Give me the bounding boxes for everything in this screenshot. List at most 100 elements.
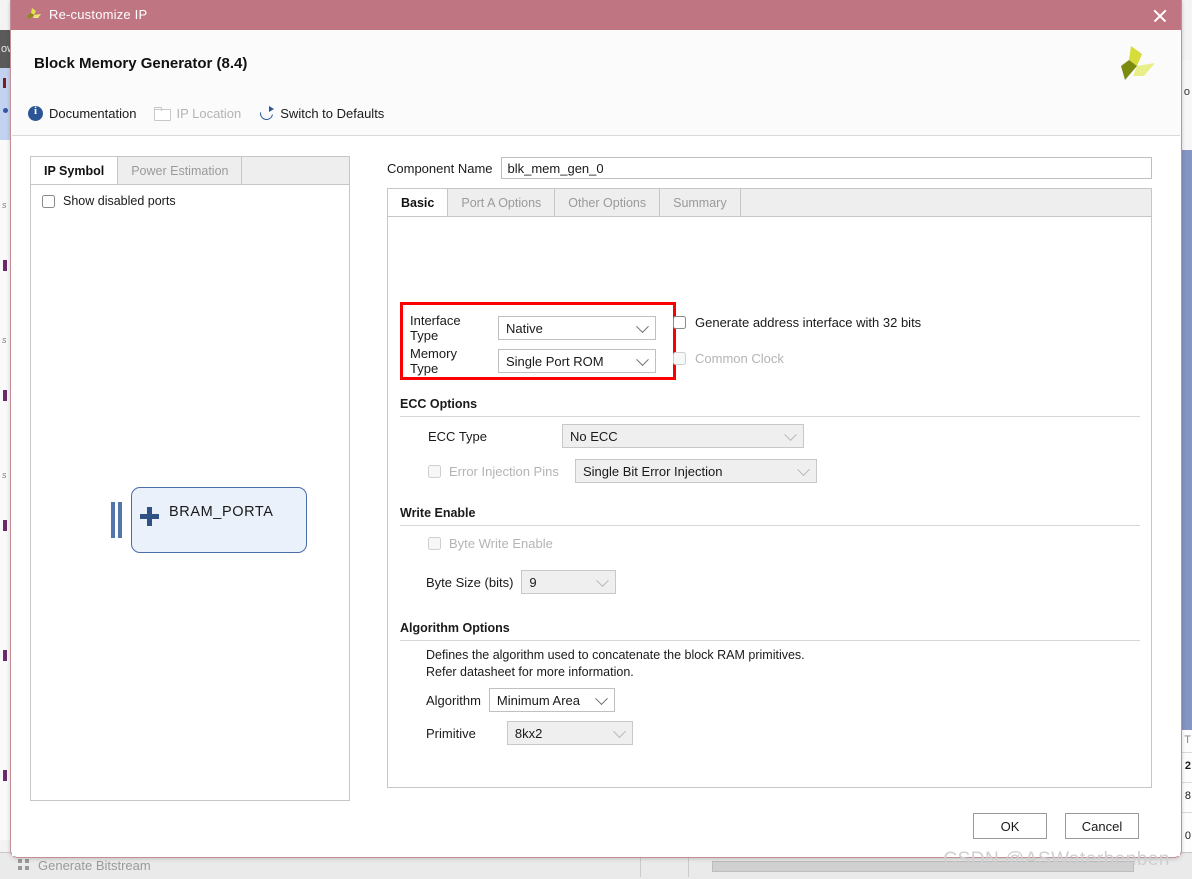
byte-size-value: 9: [529, 574, 537, 590]
ecc-type-label: ECC Type: [428, 428, 488, 444]
left-tabstrip: IP Symbol Power Estimation: [30, 156, 350, 185]
xilinx-logo-icon: [27, 8, 41, 19]
algorithm-help-line-1: Defines the algorithm used to concatenat…: [426, 648, 805, 662]
show-disabled-ports-label: Show disabled ports: [63, 194, 176, 208]
background-gmark: s: [2, 470, 7, 480]
tab-port-a-options-label: Port A Options: [461, 195, 542, 210]
algorithm-value: Minimum Area: [496, 692, 580, 708]
checkbox-box: [673, 316, 686, 329]
algorithm-select[interactable]: Minimum Area: [488, 688, 615, 712]
plus-icon[interactable]: [140, 507, 159, 526]
dialog-header: Block Memory Generator (8.4) Documentati…: [12, 30, 1180, 136]
error-injection-pins-row: Error Injection Pins Single Bit Error In…: [428, 459, 817, 483]
bram-block-label: BRAM_PORTA: [169, 504, 274, 520]
algorithm-label: Algorithm: [426, 692, 481, 708]
tab-basic-label: Basic: [401, 196, 435, 210]
tab-other-options[interactable]: Other Options: [555, 189, 661, 216]
ecc-type-row: ECC Type No ECC: [428, 424, 804, 448]
divider: [688, 855, 689, 877]
tab-summary-label: Summary: [673, 195, 727, 210]
config-tabstrip: Basic Port A Options Other Options Summa…: [387, 188, 1152, 217]
background-mark: [3, 770, 7, 781]
documentation-link[interactable]: Documentation: [28, 105, 137, 121]
tab-summary[interactable]: Summary: [660, 189, 741, 216]
tab-basic[interactable]: Basic: [388, 189, 449, 217]
show-disabled-ports-checkbox[interactable]: Show disabled ports: [42, 194, 176, 208]
memory-type-label: Memory Type: [410, 346, 457, 376]
switch-to-defaults-link-label: Switch to Defaults: [280, 106, 385, 121]
divider: [640, 855, 641, 877]
background-right-top-char: o: [1183, 86, 1190, 98]
component-name-input[interactable]: [500, 157, 1152, 179]
primitive-row: Primitive 8kx2: [426, 721, 633, 745]
interface-type-row: Interface Type Native: [410, 313, 656, 343]
divider: [400, 416, 1140, 417]
background-gmark: s: [2, 335, 7, 345]
error-injection-pins-label: Error Injection Pins: [449, 463, 559, 479]
bram-port-symbol[interactable]: BRAM_PORTA: [111, 487, 311, 555]
page-title: Block Memory Generator (8.4): [34, 55, 248, 72]
cancel-button[interactable]: Cancel: [1065, 813, 1139, 839]
horizontal-scrollbar[interactable]: [712, 861, 1134, 872]
bus-port-icon: [111, 502, 124, 538]
byte-size-select[interactable]: 9: [521, 570, 617, 594]
chevron-down-icon: [596, 574, 610, 588]
background-mark: [3, 390, 7, 401]
ok-button[interactable]: OK: [973, 813, 1047, 839]
tab-other-options-label: Other Options: [568, 195, 647, 210]
divider: [400, 525, 1140, 526]
tab-ip-symbol[interactable]: IP Symbol: [31, 157, 119, 185]
dialog-titlebar: Re-customize IP: [11, 0, 1181, 30]
generate-address-interface-label: Generate address interface with 32 bits: [695, 315, 922, 330]
chevron-down-icon: [612, 725, 626, 739]
component-name-row: Component Name: [387, 156, 1152, 180]
background-dot: [3, 108, 8, 113]
algorithm-help-line-2: Refer datasheet for more information.: [426, 665, 634, 679]
write-enable-title: Write Enable: [400, 506, 476, 520]
divider: [400, 640, 1140, 641]
primitive-value: 8kx2: [514, 725, 543, 741]
tab-power-estimation[interactable]: Power Estimation: [118, 157, 243, 184]
ip-location-link[interactable]: IP Location: [154, 106, 241, 121]
chevron-down-icon: [636, 320, 649, 334]
byte-write-enable-checkbox: Byte Write Enable: [428, 536, 553, 551]
memory-type-select[interactable]: Single Port ROM: [498, 349, 656, 373]
chevron-down-icon: [636, 353, 649, 367]
primitive-label: Primitive: [426, 725, 476, 741]
checkbox-box: [42, 194, 55, 208]
checkbox-box: [673, 352, 686, 365]
ecc-type-select[interactable]: No ECC: [562, 424, 804, 448]
tab-ip-symbol-label: IP Symbol: [44, 164, 105, 178]
error-injection-pins-checkbox: [428, 464, 441, 478]
dialog-body: IP Symbol Power Estimation Show disabled…: [12, 136, 1180, 856]
memory-type-value: Single Port ROM: [506, 353, 604, 369]
interface-type-select[interactable]: Native: [498, 316, 656, 340]
re-customize-ip-dialog: Re-customize IP Block Memory Generator (…: [10, 0, 1182, 858]
dialog-footer: OK Cancel: [13, 803, 1179, 855]
component-name-label: Component Name: [387, 160, 493, 176]
background-mark: [3, 520, 7, 531]
documentation-link-label: Documentation: [49, 106, 137, 121]
configuration-panel: Component Name Basic Port A Options Othe…: [387, 156, 1162, 801]
background-row-char: 8: [1184, 790, 1191, 802]
background-row-char: T: [1184, 734, 1191, 746]
checkbox-box: [428, 537, 441, 550]
byte-write-enable-label: Byte Write Enable: [449, 536, 553, 551]
byte-size-label: Byte Size (bits): [426, 574, 514, 590]
error-injection-type-select[interactable]: Single Bit Error Injection: [575, 459, 817, 483]
generate-address-interface-checkbox[interactable]: Generate address interface with 32 bits: [673, 315, 921, 330]
background-mark: [3, 260, 7, 271]
ip-symbol-panel: IP Symbol Power Estimation Show disabled…: [30, 156, 350, 801]
tab-port-a-options[interactable]: Port A Options: [448, 189, 556, 216]
tab-power-estimation-label: Power Estimation: [131, 163, 229, 178]
switch-to-defaults-link[interactable]: Switch to Defaults: [259, 106, 384, 121]
close-icon[interactable]: [1149, 5, 1171, 27]
ip-location-link-label: IP Location: [176, 106, 242, 121]
ip-symbol-canvas: Show disabled ports BRAM_PORTA: [30, 184, 350, 801]
info-icon: [28, 105, 43, 121]
ecc-options-title: ECC Options: [400, 397, 478, 411]
background-tick: [3, 78, 6, 88]
header-links: Documentation IP Location Switch to Defa…: [28, 105, 402, 121]
basic-tab-pane: Interface Type Native Memory Type Single…: [387, 216, 1152, 788]
primitive-select[interactable]: 8kx2: [506, 721, 633, 745]
